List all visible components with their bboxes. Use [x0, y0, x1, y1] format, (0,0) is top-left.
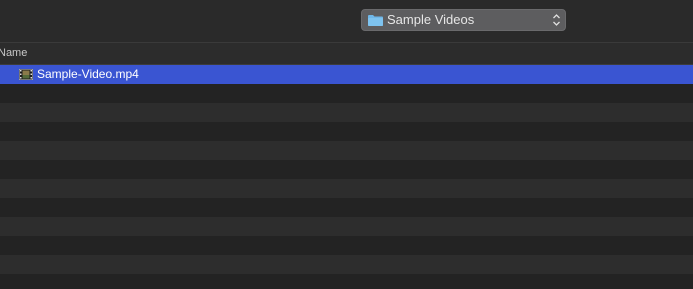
file-browser-window: Sample Videos Name Sample-Video.mp4 [0, 0, 693, 289]
empty-row [0, 274, 693, 289]
empty-row [0, 179, 693, 198]
file-name: Sample-Video.mp4 [37, 67, 139, 81]
file-list: Sample-Video.mp4 [0, 65, 693, 289]
file-row[interactable]: Sample-Video.mp4 [0, 65, 693, 84]
empty-row [0, 198, 693, 217]
empty-row [0, 103, 693, 122]
empty-row [0, 141, 693, 160]
up-down-chevron-icon [553, 14, 560, 26]
empty-row [0, 217, 693, 236]
folder-icon [368, 15, 383, 26]
empty-row [0, 122, 693, 141]
video-file-icon [19, 69, 33, 80]
toolbar: Sample Videos [0, 0, 693, 43]
empty-row [0, 160, 693, 179]
column-header-row: Name [0, 43, 693, 65]
column-header-name[interactable]: Name [0, 46, 27, 60]
empty-row [0, 255, 693, 274]
location-popup-button[interactable]: Sample Videos [361, 9, 566, 31]
empty-row [0, 84, 693, 103]
empty-row [0, 236, 693, 255]
location-label: Sample Videos [387, 12, 475, 27]
